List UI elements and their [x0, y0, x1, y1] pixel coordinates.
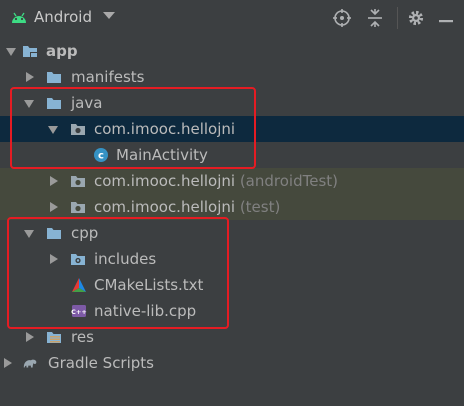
chevron-down-icon[interactable]	[103, 12, 115, 19]
source-set-suffix: (test)	[239, 198, 281, 216]
target-icon[interactable]	[332, 8, 352, 28]
expand-arrow-icon[interactable]	[4, 358, 12, 368]
expand-arrow-icon[interactable]	[26, 72, 34, 82]
source-set-suffix: (androidTest)	[239, 172, 338, 190]
tree-node-package-android-test[interactable]: com.imooc.hellojni (androidTest)	[0, 168, 464, 194]
toolbar-divider	[397, 7, 398, 29]
tree-node-label: com.imooc.hellojni (androidTest)	[94, 172, 338, 190]
collapse-all-icon[interactable]	[365, 8, 385, 28]
tree-node-gradle-scripts[interactable]: Gradle Scripts	[0, 350, 464, 376]
project-view-selector[interactable]: Android	[34, 8, 92, 26]
module-folder-icon	[23, 46, 38, 58]
annotation-box-java	[10, 87, 256, 169]
gradle-icon	[23, 359, 37, 368]
expand-arrow-icon[interactable]	[26, 332, 34, 342]
gear-icon[interactable]	[406, 8, 426, 28]
tree-node-label: com.imooc.hellojni (test)	[94, 198, 281, 216]
android-icon	[12, 12, 26, 23]
expand-arrow-icon[interactable]	[50, 202, 58, 212]
package-icon	[71, 176, 85, 187]
minimize-icon[interactable]	[436, 8, 456, 28]
tree-node-label: manifests	[71, 68, 145, 86]
package-icon	[71, 202, 85, 213]
tree-node-label: Gradle Scripts	[48, 354, 154, 372]
tree-node-label: res	[71, 328, 94, 346]
annotation-box-cpp	[7, 217, 229, 329]
tree-node-app[interactable]: app	[0, 38, 464, 64]
folder-icon	[47, 72, 61, 83]
resource-folder-icon	[47, 332, 61, 343]
project-view-toolbar: Android	[0, 0, 464, 36]
tree-node-label: app	[46, 42, 78, 60]
expand-arrow-icon[interactable]	[6, 48, 16, 56]
expand-arrow-icon[interactable]	[50, 176, 58, 186]
